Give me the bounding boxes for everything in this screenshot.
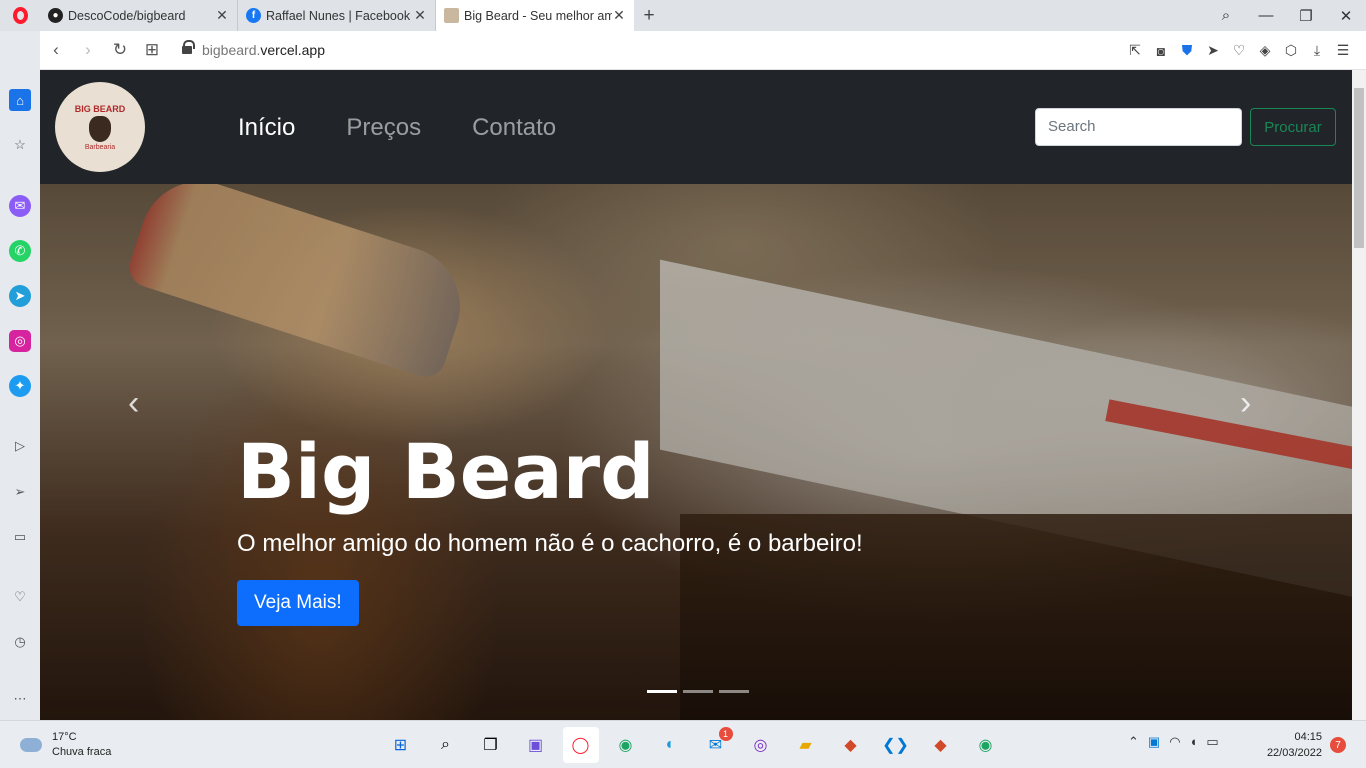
carousel-indicator[interactable] — [683, 690, 713, 693]
download-icon[interactable]: ⤓ — [1304, 42, 1330, 59]
tab-facebook[interactable]: f Raffael Nunes | Facebook ✕ — [238, 0, 436, 31]
close-icon[interactable]: ✕ — [215, 7, 229, 24]
cloud-rain-icon — [20, 738, 42, 752]
chrome-icon[interactable]: ◉ — [968, 727, 1004, 763]
podcast-icon[interactable]: ◎ — [743, 727, 779, 763]
cube-icon[interactable]: ⬡ — [1278, 42, 1304, 59]
heart-icon[interactable]: ♡ — [9, 586, 31, 608]
close-icon[interactable]: ✕ — [413, 7, 427, 24]
new-tab-button[interactable]: + — [634, 5, 664, 27]
notification-badge[interactable]: 7 — [1330, 737, 1346, 753]
tab-bar: ● DescoCode/bigbeard ✕ f Raffael Nunes |… — [0, 0, 1366, 31]
page-scrollbar[interactable] — [1352, 70, 1366, 720]
nav-link-inicio[interactable]: Início — [238, 114, 295, 142]
start-icon[interactable]: ⊞ — [383, 727, 419, 763]
edge-icon[interactable]: ◐ — [653, 727, 689, 763]
taskbar: 17°C Chuva fraca ⊞ ⌕ ❐ ▣ ◯ ◉ ◐ ✉ 1 ◎ ▰ ◆ … — [0, 720, 1366, 768]
camera-icon[interactable]: ◙ — [1148, 43, 1174, 59]
chevron-up-icon[interactable]: ⌃ — [1128, 734, 1139, 750]
carousel-indicator[interactable] — [719, 690, 749, 693]
browser-sidebar: ⌂ ☆ ✉ ✆ ➤ ◎ ✦ ▷ ➢ ▭ ♡ ◷ ⋯ — [0, 31, 40, 720]
share-icon[interactable]: ⇱ — [1122, 42, 1148, 59]
weather-widget[interactable]: 17°C Chuva fraca — [20, 730, 111, 760]
tab-github[interactable]: ● DescoCode/bigbeard ✕ — [40, 0, 238, 31]
git-icon[interactable]: ◆ — [833, 727, 869, 763]
hero-carousel: ‹ › Big Beard O melhor amigo do homem nã… — [40, 184, 1352, 720]
wifi-icon[interactable]: ◠ — [1169, 734, 1180, 750]
carousel-next-icon[interactable]: › — [1240, 384, 1251, 423]
web-page: BIG BEARD Barbearia Início Preços Contat… — [40, 70, 1352, 720]
instagram-icon[interactable]: ◎ — [9, 330, 31, 352]
github-icon: ● — [48, 8, 63, 23]
clock[interactable]: 04:15 22/03/2022 — [1250, 729, 1322, 761]
url-field[interactable]: bigbeard.vercel.app — [202, 42, 325, 58]
heart-icon[interactable]: ♡ — [1226, 42, 1252, 59]
messenger-icon[interactable]: ✉ — [9, 195, 31, 217]
wallet-icon[interactable]: ▭ — [9, 526, 31, 548]
lock-icon — [182, 40, 195, 54]
see-more-button[interactable]: Veja Mais! — [237, 580, 359, 626]
opera-menu-icon[interactable] — [0, 0, 40, 31]
home-icon[interactable]: ⌂ — [9, 89, 31, 111]
search-input[interactable]: Search — [1035, 108, 1242, 146]
git-gui-icon[interactable]: ◆ — [923, 727, 959, 763]
nav-link-precos[interactable]: Preços — [346, 114, 421, 142]
extension-icon[interactable]: ◈ — [1252, 42, 1278, 59]
forward-icon[interactable]: › — [72, 40, 104, 60]
search-button[interactable]: Procurar — [1250, 108, 1336, 146]
twitter-icon[interactable]: ✦ — [9, 375, 31, 397]
close-icon[interactable]: ✕ — [612, 7, 626, 24]
restore-icon[interactable]: ❐ — [1286, 7, 1326, 25]
teams-chat-icon[interactable]: ▣ — [518, 727, 554, 763]
minimize-icon[interactable]: — — [1246, 7, 1286, 24]
bigbeard-favicon-icon — [444, 8, 459, 23]
site-logo[interactable]: BIG BEARD Barbearia — [55, 82, 145, 172]
address-bar: ‹ › ↻ ⊞ bigbeard.vercel.app ⇱ ◙ ⛊ ➤ ♡ ◈ … — [40, 31, 1366, 70]
bearded-man-icon — [89, 115, 111, 142]
player-icon[interactable]: ▷ — [9, 435, 31, 457]
carousel-prev-icon[interactable]: ‹ — [128, 384, 139, 423]
carousel-indicators — [644, 690, 752, 693]
nav-links: Início Preços Contato — [238, 114, 607, 142]
reload-icon[interactable]: ↻ — [104, 40, 136, 60]
search-icon[interactable]: ⌕ — [428, 727, 464, 763]
send-icon[interactable]: ➤ — [1200, 42, 1226, 59]
close-window-icon[interactable]: ✕ — [1326, 7, 1366, 25]
hero-caption: Big Beard O melhor amigo do homem não é … — [237, 434, 863, 626]
window-controls: ⌕ — ❐ ✕ — [1206, 0, 1366, 31]
mail-icon[interactable]: ✉ 1 — [698, 727, 734, 763]
opera-icon[interactable]: ◯ — [562, 727, 599, 763]
whatsapp-icon[interactable]: ✆ — [9, 240, 31, 262]
file-explorer-icon[interactable]: ▰ — [788, 727, 824, 763]
system-tray: ⌃ ▣ ◠ ◖ ▭ — [1128, 734, 1228, 750]
send-icon[interactable]: ➢ — [9, 481, 31, 503]
history-icon[interactable]: ◷ — [9, 631, 31, 653]
facebook-icon: f — [246, 8, 261, 23]
easy-setup-icon[interactable]: ☰ — [1330, 42, 1356, 59]
back-icon[interactable]: ‹ — [40, 40, 72, 60]
more-icon[interactable]: ⋯ — [9, 688, 31, 710]
chrome-icon[interactable]: ◉ — [608, 727, 644, 763]
speed-dial-icon[interactable]: ⊞ — [136, 40, 168, 60]
vscode-icon[interactable]: ❮❯ — [878, 727, 914, 763]
volume-icon[interactable]: ◖ — [1190, 734, 1198, 750]
battery-icon[interactable]: ▭ — [1206, 734, 1218, 750]
hero-title: Big Beard — [237, 427, 655, 516]
carousel-indicator[interactable] — [647, 690, 677, 693]
vpn-shield-icon[interactable]: ⛊ — [1174, 42, 1200, 59]
telegram-icon[interactable]: ➤ — [9, 285, 31, 307]
hero-subtitle: O melhor amigo do homem não é o cachorro… — [237, 530, 863, 557]
site-navbar: BIG BEARD Barbearia Início Preços Contat… — [40, 70, 1352, 184]
taskbar-apps: ⊞ ⌕ ❐ ▣ ◯ ◉ ◐ ✉ 1 ◎ ▰ ◆ ❮❯ ◆ ◉ — [378, 727, 1008, 763]
toolbar-right: ⇱ ◙ ⛊ ➤ ♡ ◈ ⬡ ⤓ ☰ — [1122, 31, 1356, 70]
teamviewer-icon[interactable]: ▣ — [1148, 734, 1160, 750]
star-icon[interactable]: ☆ — [9, 134, 31, 156]
task-view-icon[interactable]: ❐ — [473, 727, 509, 763]
tab-bigbeard[interactable]: Big Beard - Seu melhor amigo ✕ — [436, 0, 634, 31]
nav-link-contato[interactable]: Contato — [472, 114, 556, 142]
search-tabs-icon[interactable]: ⌕ — [1206, 7, 1246, 24]
